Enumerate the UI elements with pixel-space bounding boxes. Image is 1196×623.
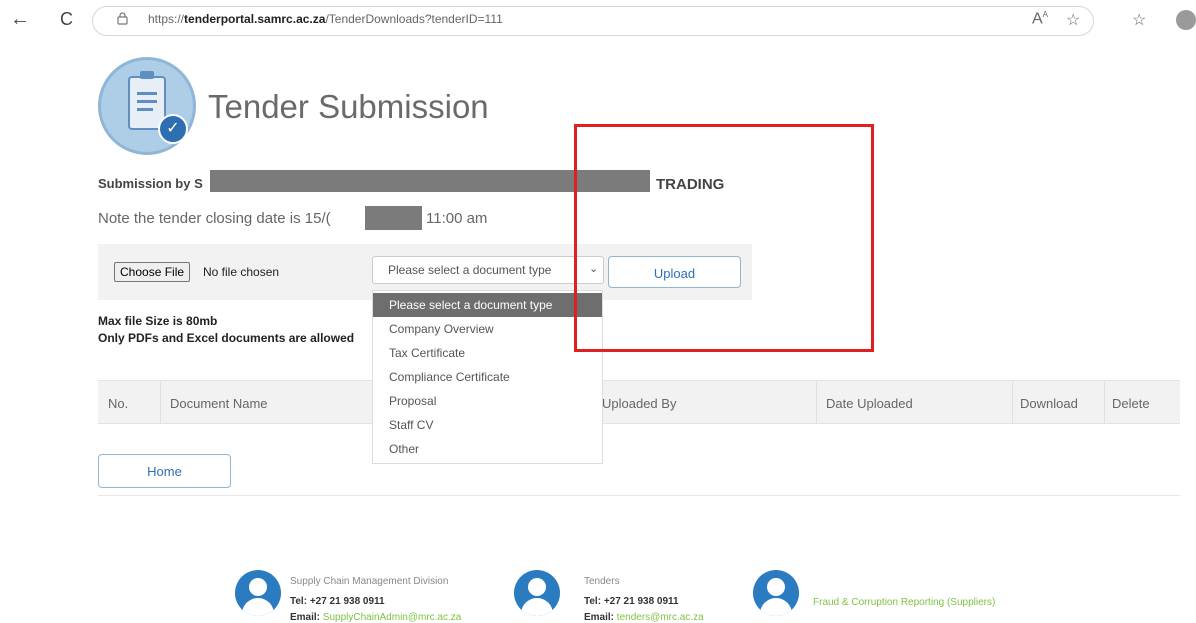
- submission-by-label: Submission by S: [98, 176, 203, 191]
- dropdown-option-other[interactable]: Other: [373, 437, 602, 461]
- max-file-size-note: Max file Size is 80mb: [98, 314, 218, 328]
- reload-icon[interactable]: C: [60, 8, 73, 30]
- documents-table-header: No. Document Name Uploaded By Date Uploa…: [98, 380, 1180, 424]
- document-type-select-value[interactable]: Please select a document type: [388, 263, 551, 277]
- column-header-uploaded-by: Uploaded By: [602, 396, 677, 411]
- column-header-document-name: Document Name: [170, 396, 268, 411]
- scm-division-title: Supply Chain Management Division: [290, 576, 449, 587]
- scm-email-link[interactable]: SupplyChainAdmin@mrc.ac.za: [323, 612, 462, 623]
- dropdown-option-staff-cv[interactable]: Staff CV: [373, 413, 602, 437]
- dropdown-option-proposal[interactable]: Proposal: [373, 389, 602, 413]
- no-file-chosen-label: No file chosen: [203, 265, 280, 279]
- tenders-tel: Tel: +27 21 938 0911: [584, 596, 679, 607]
- clipboard-line: [137, 108, 153, 111]
- clipboard-line: [137, 92, 157, 95]
- tenders-email: Email: tenders@mrc.ac.za: [584, 612, 704, 623]
- column-header-date-uploaded: Date Uploaded: [826, 396, 913, 411]
- content-divider: [98, 495, 1180, 496]
- document-type-dropdown-list: Please select a document type Company Ov…: [372, 290, 603, 464]
- contact-avatar-icon: [753, 570, 799, 616]
- column-header-no: No.: [108, 396, 129, 411]
- column-divider: [1104, 381, 1105, 423]
- url-text[interactable]: https://tenderportal.samrc.ac.za/TenderD…: [148, 12, 503, 26]
- column-divider: [816, 381, 817, 423]
- scm-email: Email: SupplyChainAdmin@mrc.ac.za: [290, 612, 462, 623]
- dropdown-option-compliance-certificate[interactable]: Compliance Certificate: [373, 365, 602, 389]
- checkmark-icon: ✓: [158, 114, 188, 144]
- closing-date-note: Note the tender closing date is 15/(: [98, 210, 331, 227]
- lock-icon: [117, 12, 128, 25]
- column-divider: [160, 381, 161, 423]
- back-arrow-icon[interactable]: ←: [10, 8, 30, 30]
- scm-tel: Tel: +27 21 938 0911: [290, 596, 385, 607]
- dropdown-option-tax-certificate[interactable]: Tax Certificate: [373, 341, 602, 365]
- contact-avatar-icon: [235, 570, 281, 616]
- home-button[interactable]: Home: [98, 454, 231, 488]
- allowed-types-note: Only PDFs and Excel documents are allowe…: [98, 331, 355, 345]
- redacted-date: [365, 206, 422, 230]
- highlight-box: [574, 124, 874, 352]
- column-header-delete: Delete: [1112, 396, 1150, 411]
- page-title: Tender Submission: [208, 88, 489, 125]
- contact-avatar-icon: [514, 570, 560, 616]
- dropdown-option-placeholder[interactable]: Please select a document type: [373, 293, 602, 317]
- favorites-bar-icon[interactable]: ☆: [1132, 10, 1146, 30]
- dropdown-option-company-overview[interactable]: Company Overview: [373, 317, 602, 341]
- profile-avatar[interactable]: [1176, 10, 1196, 30]
- column-header-download: Download: [1020, 396, 1078, 411]
- closing-time: 11:00 am: [426, 210, 488, 227]
- choose-file-button[interactable]: Choose File: [114, 262, 191, 282]
- tenders-email-link[interactable]: tenders@mrc.ac.za: [617, 612, 704, 623]
- favorite-star-icon[interactable]: ☆: [1066, 10, 1080, 30]
- fraud-reporting-link[interactable]: Fraud & Corruption Reporting (Suppliers): [813, 597, 995, 608]
- clipboard-line: [137, 100, 157, 103]
- tenders-title: Tenders: [584, 576, 620, 587]
- read-aloud-icon[interactable]: AA: [1032, 10, 1048, 28]
- clipboard-clip: [140, 71, 154, 79]
- column-divider: [1012, 381, 1013, 423]
